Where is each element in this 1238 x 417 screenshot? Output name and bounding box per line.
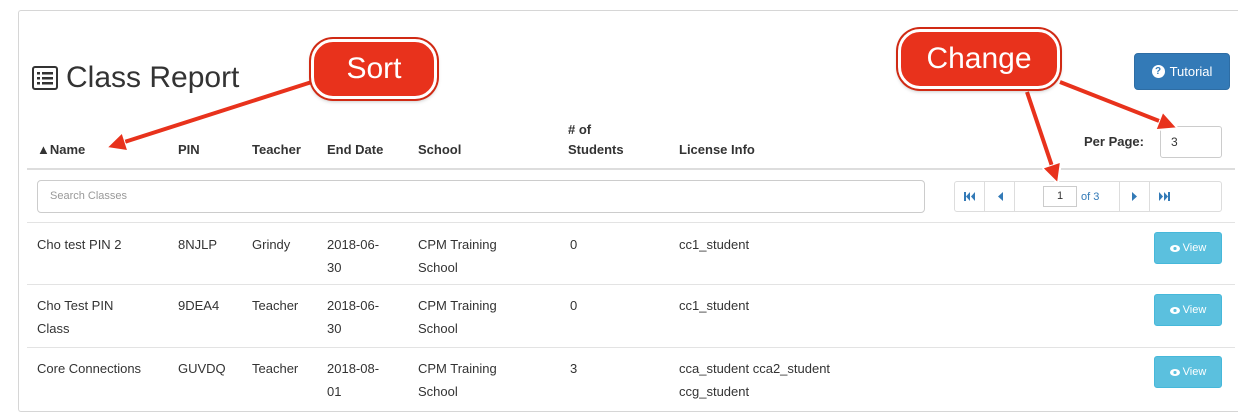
sort-callout: Sort [311, 39, 437, 99]
sort-arrow [112, 76, 320, 146]
change-callout: Change [898, 29, 1060, 89]
change-arrow-pagination [1023, 90, 1056, 178]
change-arrow-per-page [1058, 78, 1172, 126]
